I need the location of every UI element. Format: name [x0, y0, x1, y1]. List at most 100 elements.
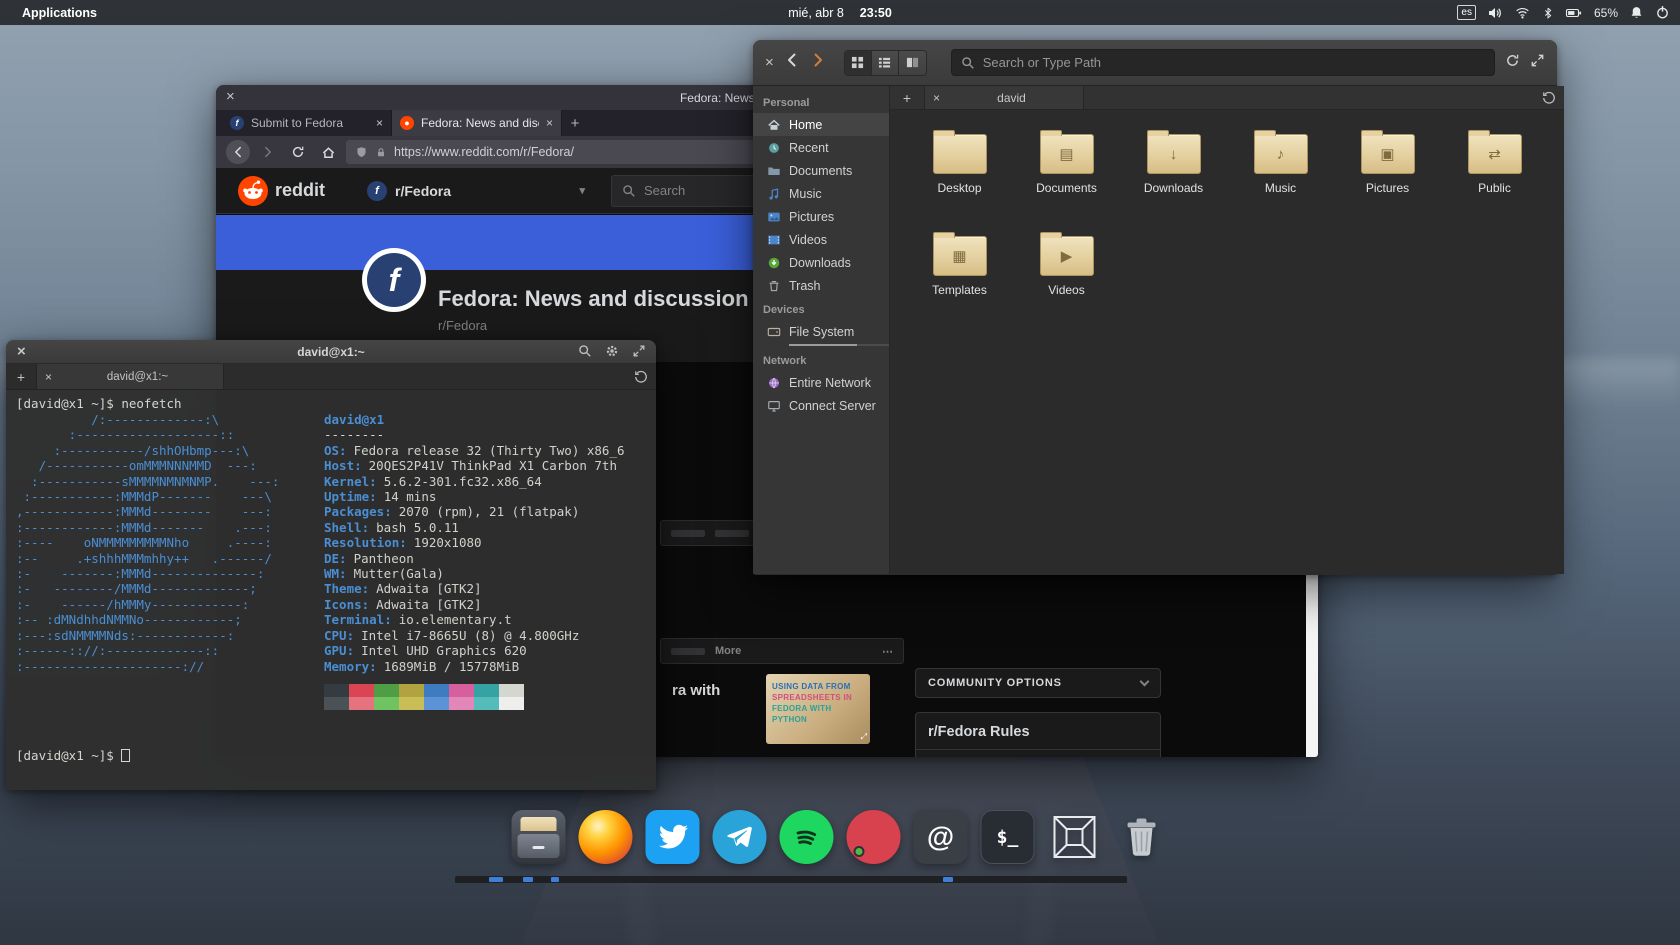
community-avatar[interactable]: f — [362, 248, 426, 312]
terminal-command-line: [david@x1 ~]$ neofetch — [16, 396, 182, 411]
notifications-bell-icon[interactable] — [1629, 5, 1644, 20]
sidebar-item-pictures[interactable]: Pictures — [753, 205, 889, 228]
sidebar-item-connect-server[interactable]: Connect Server — [753, 394, 889, 417]
window-close-icon[interactable]: × — [17, 344, 26, 359]
community-selector[interactable]: f r/Fedora ▾ — [367, 180, 585, 201]
sidebar-item-home[interactable]: Home — [753, 113, 889, 136]
volume-icon[interactable] — [1487, 5, 1503, 21]
top-panel: Applications mié, abr 8 23:50 es 65% — [0, 0, 1680, 25]
sidebar-item-trash[interactable]: Trash — [753, 274, 889, 297]
post-thumbnail[interactable]: USING DATA FROM SPREADSHEETS IN FEDORA W… — [766, 674, 870, 744]
folder-item-public[interactable]: ⇄ Public — [1447, 130, 1543, 236]
panel-time: 23:50 — [859, 5, 892, 20]
sidebar-item-downloads[interactable]: Downloads — [753, 251, 889, 274]
sidebar-item-recent[interactable]: Recent — [753, 136, 889, 159]
terminal-maximize-icon[interactable] — [632, 344, 646, 361]
terminal-prompt: [david@x1 ~]$ — [16, 748, 130, 763]
maximize-icon[interactable] — [1530, 53, 1545, 73]
new-files-tab-button[interactable]: + — [890, 90, 924, 106]
download-icon — [768, 257, 780, 268]
folder-item-desktop[interactable]: Desktop — [912, 130, 1008, 236]
tracking-shield-icon — [357, 146, 366, 157]
files-history-icon[interactable] — [1542, 91, 1556, 105]
terminal-search-icon[interactable] — [578, 344, 592, 361]
more-button[interactable]: More — [715, 645, 741, 657]
battery-icon[interactable] — [1565, 5, 1583, 21]
dock-files-icon[interactable] — [511, 810, 566, 864]
window-close-icon[interactable]: × — [226, 89, 235, 104]
terminal-output[interactable]: [david@x1 ~]$ neofetch /:-------------:\… — [6, 390, 656, 790]
terminal-tab[interactable]: × david@x1:~ — [36, 364, 224, 389]
dock-media-app-icon[interactable] — [846, 810, 901, 864]
dock-terminal-icon[interactable]: $_ — [980, 810, 1035, 864]
window-close-icon[interactable]: × — [765, 55, 774, 70]
panel-clock[interactable]: mié, abr 8 23:50 — [788, 6, 892, 20]
more-options-icon[interactable]: ⋯ — [882, 645, 893, 658]
dock-firefox-icon[interactable] — [578, 810, 633, 864]
dock-telegram-icon[interactable] — [712, 810, 767, 864]
terminal-window-title: david@x1:~ — [297, 344, 365, 359]
terminal-settings-gear-icon[interactable] — [605, 344, 619, 361]
film-icon — [768, 235, 780, 244]
folder-icon: ▶ — [1039, 232, 1094, 276]
wifi-icon[interactable] — [1514, 5, 1531, 20]
dock-mail-icon[interactable]: @ — [913, 810, 968, 864]
refresh-icon[interactable] — [1505, 53, 1520, 73]
rule-row-1[interactable]: 1. Offensive behavior — [916, 749, 1160, 757]
sidebar-item-documents[interactable]: Documents — [753, 159, 889, 182]
bluetooth-icon[interactable] — [1542, 5, 1554, 21]
folder-grid: Desktop ▤ Documents ↓ Downloads ♪ Music … — [890, 110, 1564, 574]
fedora-favicon: f — [230, 116, 244, 130]
back-button[interactable] — [784, 52, 800, 73]
browser-tab-submit[interactable]: f Submit to Fedora × — [222, 110, 392, 136]
sidebar-item-videos[interactable]: Videos — [753, 228, 889, 251]
expand-thumbnail-icon[interactable]: ⤢ — [861, 732, 867, 742]
folder-item-videos[interactable]: ▶ Videos — [1019, 232, 1115, 338]
browser-tab-fedora-news[interactable]: ● Fedora: News and discussion × — [392, 110, 562, 136]
forward-button[interactable] — [256, 140, 280, 164]
terminal-history-icon[interactable] — [634, 364, 648, 390]
dock-spotify-icon[interactable] — [779, 810, 834, 864]
column-view-button[interactable] — [898, 50, 926, 75]
folder-item-downloads[interactable]: ↓ Downloads — [1126, 130, 1222, 236]
files-tab[interactable]: × david — [924, 86, 1084, 109]
post-action-bar: More ⋯ — [660, 638, 904, 664]
keyboard-layout-indicator[interactable]: es — [1457, 5, 1476, 20]
dock-boxes-icon[interactable] — [1048, 810, 1102, 864]
folder-item-pictures[interactable]: ▣ Pictures — [1340, 130, 1436, 236]
background-window-edge[interactable] — [455, 876, 1127, 883]
tab-close-icon[interactable]: × — [45, 371, 52, 383]
dock-trash-icon[interactable] — [1115, 810, 1169, 864]
new-terminal-tab-button[interactable]: + — [6, 364, 36, 389]
grid-view-button[interactable] — [844, 50, 872, 75]
list-view-button[interactable] — [871, 50, 899, 75]
sidebar-item-music[interactable]: Music — [753, 182, 889, 205]
new-tab-button[interactable]: + — [562, 110, 588, 136]
reddit-logo-icon[interactable] — [238, 175, 268, 206]
files-headerbar[interactable]: × Search or Type Path — [753, 40, 1557, 86]
applications-menu[interactable]: Applications — [22, 6, 97, 20]
reddit-brand-text[interactable]: reddit — [275, 180, 325, 201]
forward-button[interactable] — [810, 52, 826, 73]
folder-item-music[interactable]: ♪ Music — [1233, 130, 1329, 236]
folder-icon — [932, 130, 987, 174]
terminal-window: × david@x1:~ + × david@x1:~ [david@x1 ~]… — [6, 340, 656, 790]
terminal-titlebar[interactable]: × david@x1:~ — [6, 340, 656, 364]
home-button[interactable] — [316, 140, 340, 164]
folder-item-templates[interactable]: ▦ Templates — [912, 232, 1008, 338]
community-options-toggle[interactable]: COMMUNITY OPTIONS — [915, 668, 1161, 698]
session-power-icon[interactable] — [1655, 5, 1670, 20]
path-search-input[interactable]: Search or Type Path — [950, 49, 1495, 76]
photo-icon — [768, 212, 780, 221]
dock-twitter-icon[interactable] — [645, 810, 700, 864]
post-title-fragment[interactable]: ra with — [672, 682, 720, 699]
sidebar-item-entire-network[interactable]: Entire Network — [753, 371, 889, 394]
tab-close-icon[interactable]: × — [376, 117, 383, 129]
back-button[interactable] — [226, 140, 250, 164]
reload-button[interactable] — [286, 140, 310, 164]
tab-close-icon[interactable]: × — [933, 92, 940, 104]
folder-item-documents[interactable]: ▤ Documents — [1019, 130, 1115, 236]
tab-close-icon[interactable]: × — [546, 117, 553, 129]
sidebar-item-file-system[interactable]: File System — [753, 320, 889, 343]
terminal-cursor — [120, 749, 130, 762]
